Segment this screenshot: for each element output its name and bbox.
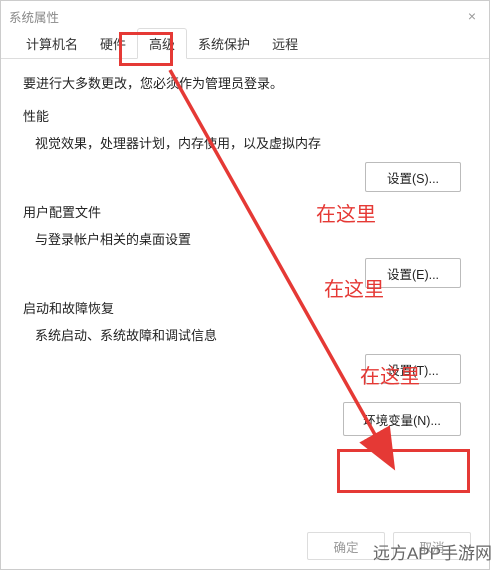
user-profiles-settings-button[interactable]: 设置(E)... [365,258,461,288]
user-profiles-desc: 与登录帐户相关的桌面设置 [23,229,467,248]
tab-remote[interactable]: 远程 [261,29,309,58]
watermark-text: 远方APP手游网 [373,539,492,564]
section-performance: 性能 视觉效果，处理器计划，内存使用，以及虚拟内存 设置(S)... [23,106,467,192]
tab-content: 要进行大多数更改，您必须作为管理员登录。 性能 视觉效果，处理器计划，内存使用，… [1,59,489,450]
environment-variables-button[interactable]: 环境变量(N)... [343,402,461,436]
performance-settings-button[interactable]: 设置(S)... [365,162,461,192]
startup-settings-button[interactable]: 设置(T)... [365,354,461,384]
titlebar: 系统属性 × [1,1,489,31]
close-icon[interactable]: × [463,7,481,25]
tab-computer-name[interactable]: 计算机名 [15,29,89,58]
tab-hardware[interactable]: 硬件 [89,29,137,58]
tab-strip: 计算机名 硬件 高级 系统保护 远程 [1,31,489,59]
tab-advanced[interactable]: 高级 [137,28,187,59]
user-profiles-title: 用户配置文件 [23,202,467,221]
performance-title: 性能 [23,106,467,125]
intro-text: 要进行大多数更改，您必须作为管理员登录。 [23,73,467,92]
startup-desc: 系统启动、系统故障和调试信息 [23,325,467,344]
startup-title: 启动和故障恢复 [23,298,467,317]
section-user-profiles: 用户配置文件 与登录帐户相关的桌面设置 设置(E)... [23,202,467,288]
system-properties-dialog: 系统属性 × 计算机名 硬件 高级 系统保护 远程 要进行大多数更改，您必须作为… [0,0,490,570]
performance-desc: 视觉效果，处理器计划，内存使用，以及虚拟内存 [23,133,467,152]
tab-system-protection[interactable]: 系统保护 [187,29,261,58]
section-startup: 启动和故障恢复 系统启动、系统故障和调试信息 设置(T)... [23,298,467,384]
window-title: 系统属性 [9,7,59,26]
